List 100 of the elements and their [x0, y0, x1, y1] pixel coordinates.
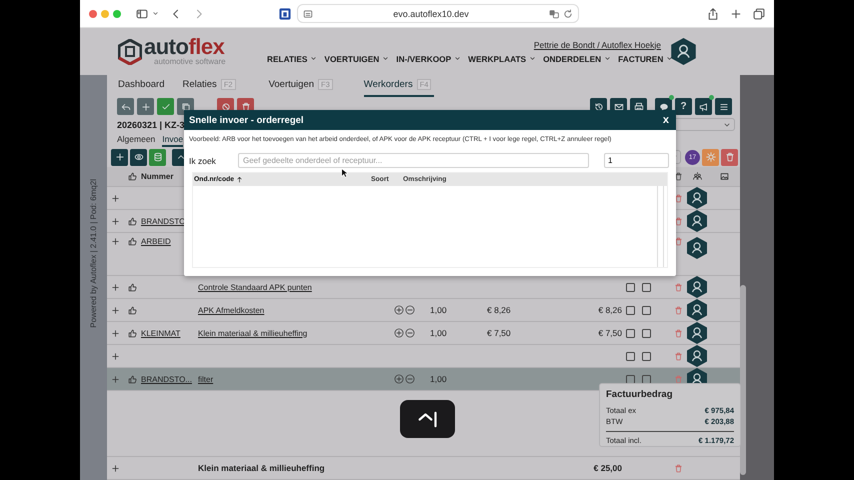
share-icon[interactable] — [707, 8, 719, 20]
trash-icon[interactable] — [674, 194, 682, 202]
avatar-icon[interactable] — [687, 187, 707, 209]
scrollbar[interactable] — [657, 186, 664, 267]
user-link[interactable]: Pettrie de Bondt / Autoflex Hoekje — [534, 40, 661, 50]
thumbs-up-icon[interactable] — [128, 237, 136, 246]
section-tab[interactable]: Algemeen — [117, 132, 156, 148]
caret-bar-icon — [418, 410, 438, 428]
description-link[interactable]: filter — [198, 374, 214, 384]
quantity-field[interactable]: 1 — [604, 153, 669, 168]
description-link[interactable]: Controle Standaard APK punten — [198, 282, 312, 292]
menu-button[interactable] — [715, 98, 732, 116]
avatar-icon[interactable] — [687, 276, 707, 298]
table-row[interactable]: BRANDSTO... filter 1,00 — [107, 367, 740, 390]
avatar-icon[interactable] — [687, 322, 707, 344]
plus-icon[interactable] — [110, 328, 120, 338]
help-button[interactable]: ? — [675, 98, 692, 116]
checkbox[interactable] — [642, 306, 650, 314]
scrollbar-thumb[interactable] — [740, 285, 746, 475]
decrease-icon[interactable] — [405, 374, 415, 384]
thumbs-up-icon[interactable] — [128, 328, 136, 338]
plus-icon[interactable] — [110, 194, 120, 202]
increase-icon[interactable] — [394, 374, 404, 384]
eye-icon — [134, 152, 144, 162]
total-cell: € 7,50 — [598, 328, 622, 338]
part-number-link[interactable]: BRANDSTO — [141, 216, 186, 226]
plus-icon[interactable] — [110, 237, 120, 246]
back-button[interactable] — [117, 98, 134, 116]
menu-icon — [718, 102, 728, 112]
menu-item[interactable]: IN-/VERKOOP — [396, 54, 462, 64]
avatar-icon[interactable] — [687, 345, 707, 367]
close-button[interactable]: x — [660, 114, 671, 126]
part-number-link[interactable]: ARBEID — [141, 237, 171, 246]
table-row[interactable]: KLEINMAT Klein materiaal & millieuheffing 1,00 € 7,50 € 7,50 — [107, 321, 740, 344]
thumbs-up-icon[interactable] — [128, 306, 136, 314]
thumbs-up-icon[interactable] — [128, 374, 136, 384]
add-button[interactable] — [137, 98, 154, 116]
subtotal-amount: € 25,00 — [594, 463, 622, 473]
page-icon[interactable] — [303, 8, 313, 18]
increase-icon[interactable] — [394, 305, 404, 315]
sidebar-icon[interactable] — [136, 8, 148, 20]
increase-icon[interactable] — [394, 328, 404, 338]
plus-icon — [140, 102, 150, 112]
plus-icon[interactable] — [110, 306, 120, 314]
thumbs-up-icon[interactable] — [128, 216, 136, 226]
address-bar[interactable]: evo.autoflex10.dev — [297, 4, 579, 23]
trash-icon[interactable] — [674, 216, 682, 226]
sort-arrow-icon[interactable] — [236, 176, 244, 183]
view-button[interactable] — [130, 148, 147, 166]
search-field[interactable]: Geef gedeelte onderdeel of receptuur... — [238, 153, 589, 168]
menu-item[interactable]: VOERTUIGEN — [324, 54, 390, 64]
tabs-icon[interactable] — [753, 8, 765, 20]
print-icon — [634, 102, 644, 112]
mouse-cursor-icon — [341, 168, 348, 178]
checkbox[interactable] — [626, 282, 634, 292]
checkbox[interactable] — [626, 328, 634, 338]
nav-tab[interactable]: Dashboard — [118, 75, 168, 97]
thumbs-up-icon[interactable] — [128, 282, 136, 292]
caret-icon — [382, 55, 390, 62]
plus-icon[interactable] — [110, 374, 120, 384]
description-link[interactable]: Klein materiaal & millieuheffing — [198, 328, 308, 338]
avatar-icon[interactable] — [687, 237, 707, 259]
reload-icon[interactable] — [563, 8, 573, 18]
announcement-button[interactable] — [695, 98, 712, 116]
checkbox[interactable] — [642, 352, 650, 360]
table-row[interactable]: APK Afmeldkosten 1,00 € 8,26 € 8,26 — [107, 298, 740, 321]
plus-icon[interactable] — [110, 464, 120, 472]
checkbox[interactable] — [626, 306, 634, 314]
back-icon — [120, 102, 130, 112]
translate-icon[interactable] — [549, 8, 559, 18]
plus-icon[interactable] — [110, 282, 120, 292]
decrease-icon[interactable] — [405, 328, 415, 338]
logo-tagline: automotive software — [154, 57, 226, 66]
part-number-link[interactable]: BRANDSTO... — [141, 374, 192, 384]
panel-title: Factuurbedrag — [606, 389, 674, 400]
part-number-link[interactable]: KLEINMAT — [141, 328, 180, 338]
decrease-icon[interactable] — [405, 305, 415, 315]
avatar-icon[interactable] — [671, 38, 696, 65]
site-icon[interactable] — [279, 8, 291, 20]
trash-icon[interactable] — [674, 237, 682, 246]
logo-icon — [118, 38, 142, 64]
subtotal-label: Klein materiaal & millieuheffing — [198, 463, 325, 473]
avatar-icon[interactable] — [687, 210, 707, 232]
checkbox[interactable] — [642, 282, 650, 292]
mail-icon — [614, 102, 624, 112]
avatar-icon[interactable] — [687, 299, 707, 321]
checkbox[interactable] — [626, 352, 634, 360]
description-link[interactable]: APK Afmeldkosten — [198, 306, 264, 314]
add-line-button[interactable] — [111, 148, 128, 166]
plus-icon[interactable] — [110, 352, 120, 360]
plus-icon[interactable] — [110, 216, 120, 226]
caret-icon[interactable] — [152, 10, 159, 17]
menu-item[interactable]: FACTUREN — [618, 54, 674, 64]
menu-item[interactable]: RELATIES — [267, 54, 318, 64]
checkbox[interactable] — [642, 328, 650, 338]
menu-item[interactable]: WERKPLAATS — [468, 54, 536, 64]
window-controls[interactable] — [88, 8, 122, 18]
menu-item[interactable]: ONDERDELEN — [543, 54, 612, 64]
check-icon — [160, 102, 170, 112]
new-tab-icon[interactable] — [730, 8, 742, 20]
